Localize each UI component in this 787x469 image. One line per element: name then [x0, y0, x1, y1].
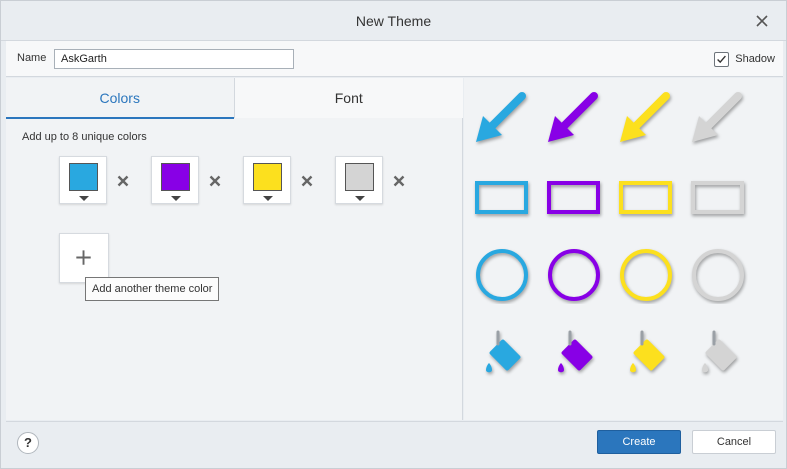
shadow-checkbox[interactable] [714, 51, 730, 67]
create-button[interactable]: Create [597, 430, 681, 454]
tab-font[interactable]: Font [234, 78, 463, 118]
preview-fill-bucket-icon [630, 330, 665, 373]
shadow-label: Shadow [735, 53, 775, 65]
shadow-toggle[interactable]: Shadow [714, 50, 775, 68]
preview-arrow-icon [476, 92, 526, 142]
remove-color-icon[interactable] [116, 174, 130, 188]
color-chip [345, 163, 374, 191]
plus-icon [76, 250, 91, 265]
caret-down-icon [263, 196, 273, 201]
preview-arrow-icon [692, 92, 742, 142]
theme-editor-pane: Colors Font Add up to 8 unique colors Ad… [6, 78, 463, 420]
remove-color-icon[interactable] [208, 174, 222, 188]
preview-circle-icon [476, 249, 528, 301]
color-swatch-button[interactable] [59, 156, 107, 204]
cancel-button[interactable]: Cancel [692, 430, 776, 454]
preview-fill-bucket-icon [702, 330, 737, 373]
color-swatch-button[interactable] [243, 156, 291, 204]
theme-name-input[interactable] [54, 49, 294, 69]
caret-down-icon [171, 196, 181, 201]
color-chip [253, 163, 282, 191]
theme-preview [464, 78, 783, 420]
preview-circle-icon [620, 249, 672, 301]
color-swatch-button[interactable] [151, 156, 199, 204]
preview-rectangle-icon [547, 181, 600, 214]
close-icon[interactable] [754, 13, 770, 29]
name-row: Name Shadow [6, 41, 783, 77]
caret-down-icon [355, 196, 365, 201]
help-button[interactable]: ? [17, 432, 39, 454]
color-swatch-button[interactable] [335, 156, 383, 204]
add-color-tooltip: Add another theme color [85, 277, 220, 301]
preview-rectangle-icon [691, 181, 744, 214]
caret-down-icon [79, 196, 89, 201]
tab-colors[interactable]: Colors [6, 78, 235, 119]
color-chip [161, 163, 190, 191]
preview-fill-bucket-icon [486, 330, 521, 373]
title-bar: New Theme [1, 1, 786, 41]
name-label: Name [17, 52, 47, 64]
remove-color-icon[interactable] [300, 174, 314, 188]
preview-rectangle-icon [619, 181, 672, 214]
dialog-footer: ? Create Cancel [6, 421, 783, 465]
preview-fill-bucket-icon [558, 330, 593, 373]
preview-arrow-icon [620, 92, 670, 142]
add-color-button[interactable] [59, 233, 109, 283]
remove-color-icon[interactable] [392, 174, 406, 188]
colors-hint: Add up to 8 unique colors [22, 131, 147, 143]
preview-circle-icon [548, 249, 600, 301]
preview-circle-icon [692, 249, 744, 301]
checkmark-icon [717, 55, 727, 63]
tab-bar: Colors Font [6, 78, 463, 119]
new-theme-dialog: New Theme Name Shadow Colors Font Add up… [0, 0, 787, 469]
preview-arrow-icon [548, 92, 598, 142]
preview-rectangle-icon [475, 181, 528, 214]
dialog-title: New Theme [355, 13, 432, 29]
color-chip [69, 163, 98, 191]
